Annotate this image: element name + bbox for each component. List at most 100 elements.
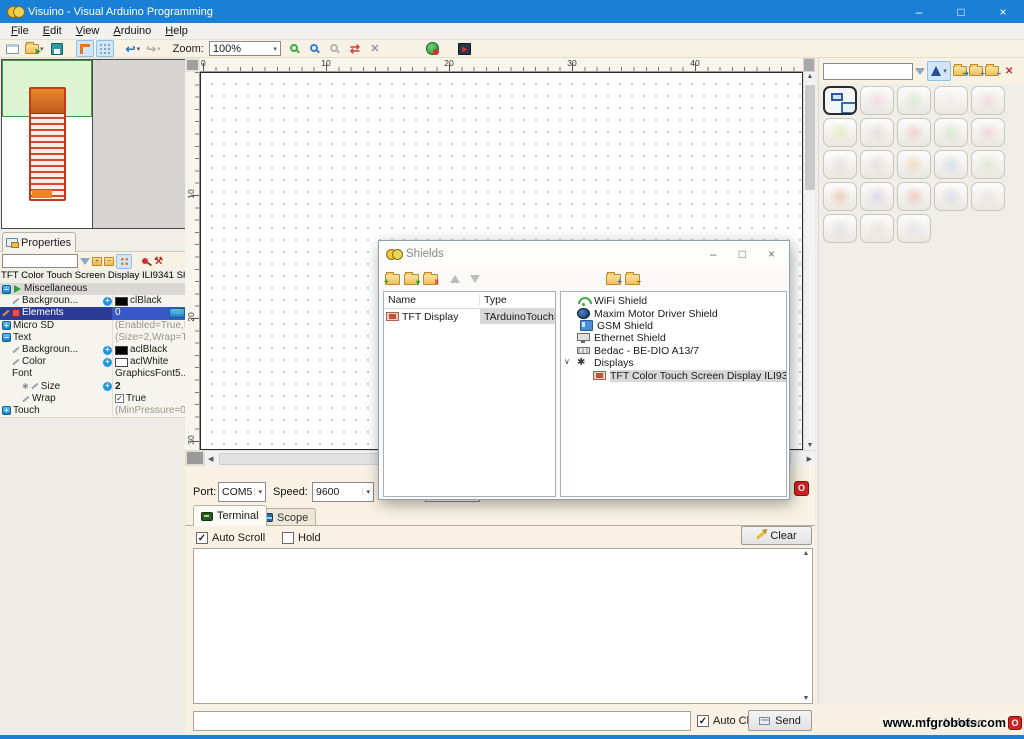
dialog-title-bar[interactable]: Shields – □ × — [379, 241, 789, 267]
palette-item-4[interactable] — [934, 86, 968, 115]
zoom-reset-button[interactable] — [326, 40, 344, 57]
maximize-button[interactable]: □ — [940, 0, 982, 23]
list-header[interactable]: Name Type — [384, 292, 555, 309]
palette-item-18[interactable] — [897, 182, 931, 211]
terminal-output[interactable]: ▲ ▼ — [193, 548, 813, 704]
send-button[interactable]: Send — [748, 710, 812, 731]
palette-item-21[interactable] — [823, 214, 857, 243]
speed-select[interactable]: 9600▾ — [312, 482, 374, 502]
properties-search-input[interactable] — [2, 254, 78, 268]
palette-item-8[interactable] — [897, 118, 931, 147]
terminal-scroll-down[interactable]: ▼ — [801, 695, 811, 702]
web-help-button[interactable] — [424, 40, 442, 57]
expand-all-icon[interactable]: + — [92, 257, 102, 266]
route-mode-toggle[interactable] — [76, 40, 94, 57]
property-row-font[interactable]: FontGraphicsFont5... — [0, 368, 185, 380]
close-button[interactable]: × — [982, 0, 1024, 23]
menu-file[interactable]: File — [4, 24, 36, 38]
palette-item-15[interactable] — [971, 150, 1005, 179]
refresh-button[interactable]: ⇄ — [346, 40, 364, 57]
collapse-tree-button[interactable]: − — [625, 274, 640, 285]
upload-button[interactable]: ► — [456, 40, 474, 57]
zoom-out-button[interactable] — [306, 40, 324, 57]
palette-item-7[interactable] — [860, 118, 894, 147]
property-row-miscellaneous[interactable]: −Miscellaneous — [0, 283, 185, 295]
save-button[interactable] — [48, 40, 66, 57]
scroll-up-arrow[interactable]: ▲ — [804, 73, 816, 80]
tree-item-bedac-be-dio-a13-7[interactable]: Bedac - BE-DIO A13/7 — [561, 345, 786, 357]
port-select[interactable]: COM5 (U▾ — [218, 482, 266, 502]
expand-categories-icon[interactable]: + — [969, 66, 983, 76]
expand-tree-button[interactable]: + — [606, 274, 621, 285]
column-name[interactable]: Name — [384, 294, 480, 306]
status-stop-icon[interactable]: O — [1008, 716, 1022, 730]
category-view-button[interactable] — [116, 254, 132, 269]
tft-shield-preview[interactable] — [29, 87, 66, 201]
tree-item-maxim-motor-driver-shield[interactable]: Maxim Motor Driver Shield — [561, 307, 786, 319]
palette-item-9[interactable] — [934, 118, 968, 147]
menu-arduino[interactable]: Arduino — [106, 24, 158, 38]
palette-item-6[interactable] — [823, 118, 857, 147]
property-row-backgroun-[interactable]: Backgroun...+clBlack — [0, 295, 185, 307]
property-row-touch[interactable]: +Touch(MinPressure=0.0... — [0, 405, 185, 417]
tree-item-gsm-shield[interactable]: GSM Shield — [561, 320, 786, 332]
palette-item-12[interactable] — [860, 150, 894, 179]
move-down-button[interactable] — [470, 275, 480, 283]
menu-edit[interactable]: Edit — [36, 24, 69, 38]
palette-item-19[interactable] — [934, 182, 968, 211]
palette-item-17[interactable] — [860, 182, 894, 211]
zoom-in-button[interactable] — [286, 40, 304, 57]
pin-icon[interactable] — [142, 258, 148, 264]
property-row-elements[interactable]: Elements0··· — [0, 307, 185, 319]
filter-icon[interactable] — [80, 258, 90, 265]
grid-toggle[interactable] — [96, 40, 114, 57]
property-row-wrap[interactable]: Wrap✓True — [0, 393, 185, 405]
palette-item-13[interactable] — [897, 150, 931, 179]
tree-item-displays[interactable]: ∨✱Displays — [561, 357, 786, 369]
tree-item-tft-color-touch-screen-display-ili9341-shield[interactable]: TFT Color Touch Screen Display ILI9341 S… — [561, 369, 786, 381]
settings-icon[interactable]: ⚒ — [154, 256, 163, 267]
hold-checkbox[interactable]: Hold — [282, 532, 321, 544]
tab-terminal[interactable]: Terminal — [193, 505, 267, 526]
tab-properties[interactable]: Properties — [2, 232, 76, 252]
property-row-micro-sd[interactable]: +Micro SD(Enabled=True,El... — [0, 320, 185, 332]
send-input[interactable] — [193, 711, 691, 731]
component-tools-icon[interactable]: ✕ — [1005, 66, 1013, 77]
palette-item-16[interactable] — [823, 182, 857, 211]
canvas-vertical-scrollbar[interactable]: ▲ ▼ — [803, 72, 815, 450]
wizard-button[interactable]: ▾ — [927, 61, 951, 81]
auto-scroll-checkbox[interactable]: ✓Auto Scroll — [196, 532, 265, 544]
component-filter-icon[interactable] — [915, 68, 925, 75]
property-row-backgroun-[interactable]: Backgroun...+aclBlack — [0, 344, 185, 356]
property-row-text[interactable]: −Text(Size=2,Wrap=Tr... — [0, 332, 185, 344]
undo-button[interactable]: ↩▾ — [124, 40, 143, 57]
resize-grip[interactable] — [185, 450, 205, 466]
tree-item-ethernet-shield[interactable]: Ethernet Shield — [561, 332, 786, 344]
list-row-tft-display[interactable]: TFT Display TArduinoTouchScree... — [384, 309, 555, 324]
tree-item-wifi-shield[interactable]: WiFi Shield — [561, 295, 786, 307]
delete-shield-button[interactable]: x — [423, 274, 438, 285]
palette-item-1[interactable] — [823, 86, 857, 115]
open-category-icon[interactable]: ➜ — [953, 66, 967, 76]
clear-button[interactable]: Clear — [741, 526, 812, 545]
palette-item-3[interactable] — [897, 86, 931, 115]
palette-item-20[interactable] — [971, 182, 1005, 211]
duplicate-shield-button[interactable]: ▾ — [404, 274, 419, 285]
component-preview[interactable] — [1, 59, 93, 229]
terminal-scroll-up[interactable]: ▲ — [801, 550, 811, 557]
add-shield-button[interactable]: + — [385, 274, 400, 285]
palette-item-10[interactable] — [971, 118, 1005, 147]
collapse-all-icon[interactable]: − — [104, 257, 114, 266]
property-row-color[interactable]: Color+aclWhite — [0, 356, 185, 368]
disconnect-icon[interactable]: O — [794, 481, 809, 496]
component-search-input[interactable] — [823, 63, 913, 80]
dialog-minimize-button[interactable]: – — [710, 247, 717, 261]
scroll-left-arrow[interactable]: ◀ — [208, 455, 213, 463]
palette-item-23[interactable] — [897, 214, 931, 243]
palette-item-11[interactable] — [823, 150, 857, 179]
palette-item-22[interactable] — [860, 214, 894, 243]
menu-view[interactable]: View — [69, 24, 107, 38]
palette-item-2[interactable] — [860, 86, 894, 115]
palette-item-14[interactable] — [934, 150, 968, 179]
new-project-button[interactable] — [3, 40, 21, 57]
